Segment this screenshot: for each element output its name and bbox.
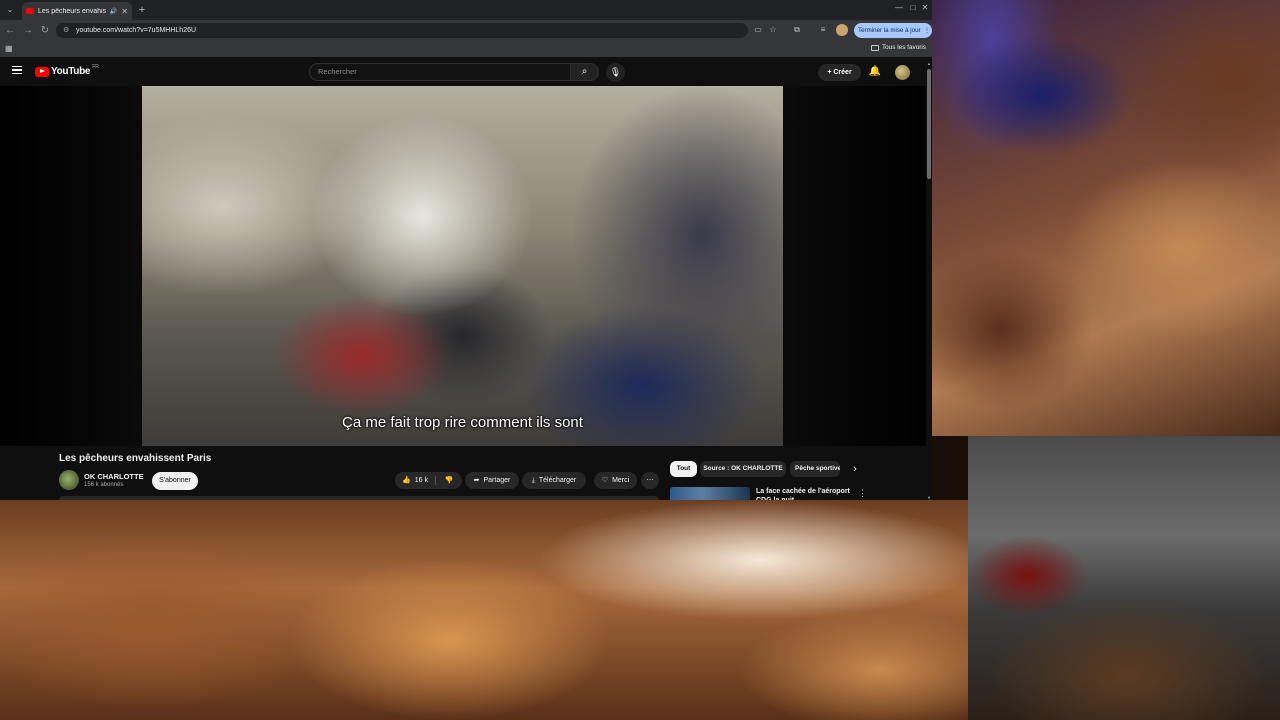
create-button[interactable]: + Créer xyxy=(818,64,861,81)
more-actions-icon[interactable]: ⋯ xyxy=(641,472,659,489)
scrollbar-thumb[interactable] xyxy=(927,69,931,179)
thanks-heart-icon: ♡ xyxy=(601,477,609,484)
notifications-bell-icon[interactable]: 🔔 xyxy=(868,65,882,79)
chip-all[interactable]: Tout xyxy=(670,461,697,477)
download-icon: ⤓ xyxy=(531,477,535,484)
thanks-label: Merci xyxy=(612,477,630,484)
youtube-favicon-icon xyxy=(26,8,34,14)
tab-close-icon[interactable]: ✕ xyxy=(121,7,128,16)
tab-title: Les pêcheurs envahissent P xyxy=(38,7,106,15)
search-input[interactable]: Rechercher xyxy=(309,63,571,81)
channel-avatar[interactable] xyxy=(59,470,79,490)
video-frame[interactable]: Ça me fait trop rire comment ils sont xyxy=(142,86,783,446)
tab-bar: ⌄ Les pêcheurs envahissent P 🔊 ✕ + — □ ✕ xyxy=(0,0,932,20)
chevron-right-icon[interactable]: › xyxy=(848,461,862,477)
recommended-video-title[interactable]: La face cachée de l'aéroport CDG la nuit xyxy=(756,487,852,500)
video-caption: Ça me fait trop rire comment ils sont xyxy=(342,414,583,431)
all-bookmarks-button[interactable]: Tous les favoris xyxy=(870,44,926,51)
folder-icon xyxy=(870,44,879,51)
finish-update-label: Terminer la mise à jour xyxy=(858,27,921,34)
youtube-logo-text: YouTube xyxy=(51,66,91,77)
forward-icon[interactable]: → xyxy=(21,24,35,38)
channel-name[interactable]: OK CHARLOTTE xyxy=(84,472,144,481)
menu-icon[interactable] xyxy=(12,66,22,74)
youtube-logo[interactable]: YouTube FR xyxy=(35,63,99,77)
like-button[interactable]: 👍 16 k xyxy=(395,472,435,489)
new-tab-icon[interactable]: + xyxy=(136,3,148,17)
youtube-play-icon xyxy=(35,66,49,77)
reload-icon[interactable]: ↻ xyxy=(38,24,52,38)
desktop-background-top-right xyxy=(932,0,1280,436)
scroll-up-icon[interactable]: ▲ xyxy=(926,61,932,66)
site-info-icon[interactable]: ⚙ xyxy=(63,26,69,35)
search-icon[interactable]: ⌕ xyxy=(571,63,599,81)
browser-toolbar: ← → ↻ ⚙ youtube.com/watch?v=7u5MHHLh26U … xyxy=(0,20,932,41)
extensions-icon[interactable]: ⧉ xyxy=(791,24,803,36)
thanks-button[interactable]: ♡ Merci xyxy=(594,472,637,489)
share-button[interactable]: ➦ Partager xyxy=(465,472,519,489)
subscriber-count: 156 k abonnés xyxy=(84,482,124,488)
back-icon[interactable]: ← xyxy=(3,24,17,38)
more-vert-icon: ⋮ xyxy=(922,27,931,34)
address-bar[interactable]: ⚙ youtube.com/watch?v=7u5MHHLh26U xyxy=(56,23,748,38)
tab-list-chevron-icon[interactable]: ⌄ xyxy=(4,4,16,16)
reading-list-icon[interactable]: ≡ xyxy=(817,24,829,36)
recommended-video-thumbnail[interactable] xyxy=(670,487,750,500)
webcam-overlay xyxy=(968,436,1280,720)
cast-icon[interactable]: ▭ xyxy=(752,24,764,36)
chip-peche-sportive[interactable]: Pêche sportive xyxy=(790,461,840,477)
youtube-header: YouTube FR Rechercher ⌕ 🎙 + Créer 🔔 xyxy=(0,57,932,86)
tab-youtube[interactable]: Les pêcheurs envahissent P 🔊 ✕ xyxy=(22,2,132,20)
bookmark-star-icon[interactable]: ☆ xyxy=(767,24,779,36)
apps-grid-icon[interactable]: ▦ xyxy=(5,44,13,53)
audio-playing-icon: 🔊 xyxy=(109,8,118,15)
subscribe-button[interactable]: S'abonner xyxy=(152,472,198,490)
thumbs-down-icon: 👎 xyxy=(444,477,454,484)
thumbs-up-icon: 👍 xyxy=(402,477,411,484)
chip-source[interactable]: Source : OK CHARLOTTE xyxy=(700,461,786,477)
page-scrollbar[interactable]: ▲ ▼ xyxy=(926,61,932,500)
desktop-background-bottom xyxy=(0,500,968,720)
region-code: FR xyxy=(92,63,99,70)
user-avatar[interactable] xyxy=(895,65,910,80)
create-label: Créer xyxy=(833,69,852,76)
all-bookmarks-label: Tous les favoris xyxy=(881,44,926,51)
video-title: Les pêcheurs envahissent Paris xyxy=(59,453,212,464)
url-text: youtube.com/watch?v=7u5MHHLh26U xyxy=(76,27,197,34)
download-button[interactable]: ⤓ Télécharger xyxy=(522,472,586,489)
share-label: Partager xyxy=(483,477,511,484)
share-arrow-icon: ➦ xyxy=(473,477,480,484)
bookmarks-bar: ▦ Tous les favoris xyxy=(0,41,932,57)
description-box[interactable] xyxy=(59,496,659,500)
video-player[interactable]: Ça me fait trop rire comment ils sont xyxy=(0,86,926,446)
like-dislike-group: 👍 16 k 👎 xyxy=(395,472,462,489)
scroll-down-icon[interactable]: ▼ xyxy=(926,495,932,500)
finish-update-button[interactable]: Terminer la mise à jour ⋮ xyxy=(854,23,932,38)
close-window-icon[interactable]: ✕ xyxy=(918,3,932,12)
browser-window: ⌄ Les pêcheurs envahissent P 🔊 ✕ + — □ ✕… xyxy=(0,0,932,500)
download-label: Télécharger xyxy=(538,477,577,484)
browser-profile-avatar[interactable] xyxy=(836,24,848,36)
youtube-page: YouTube FR Rechercher ⌕ 🎙 + Créer 🔔 ▲ ▼ … xyxy=(0,57,932,500)
more-vert-icon[interactable]: ⋮ xyxy=(858,487,867,499)
minimize-icon[interactable]: — xyxy=(892,3,906,12)
microphone-icon[interactable]: 🎙 xyxy=(606,63,625,82)
dislike-button[interactable]: 👎 xyxy=(436,472,462,489)
like-count: 16 k xyxy=(414,477,428,484)
